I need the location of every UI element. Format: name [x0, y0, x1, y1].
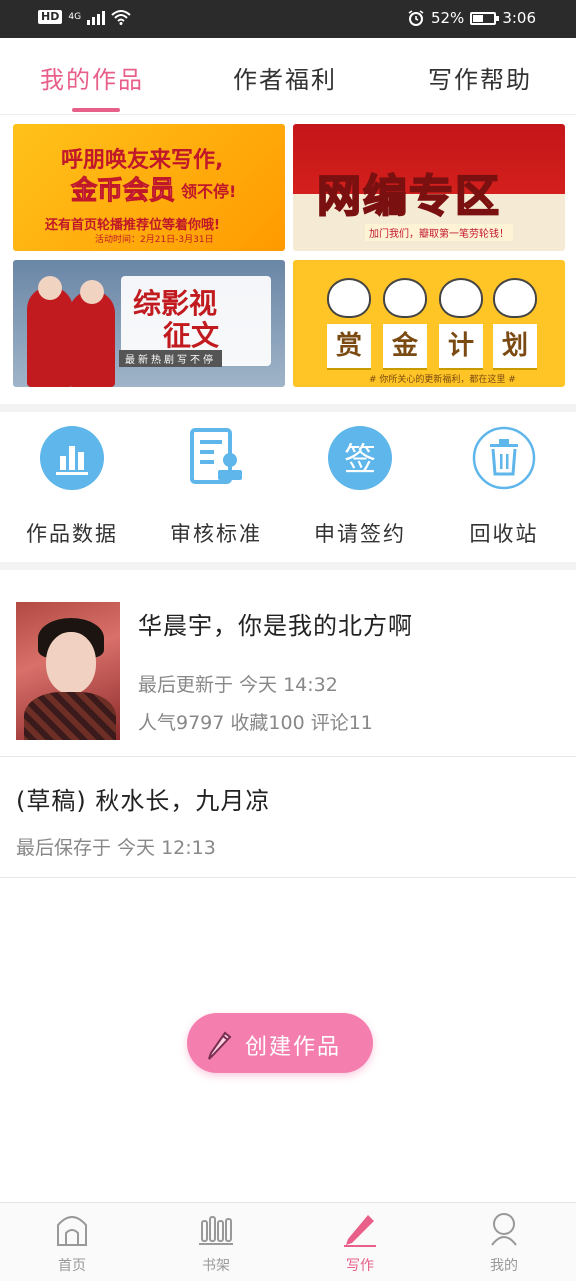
draft-title: (草稿) 秋水长，九月凉 [16, 787, 271, 815]
tab-author-benefits[interactable]: 作者福利 [233, 60, 337, 95]
create-work-button[interactable]: 创建作品 [187, 1013, 373, 1073]
banner-invite-friends[interactable]: 呼朋唤友来写作, 金币会员 领不停! 还有首页轮播推荐位等着你哦! 活动时间：2… [13, 124, 285, 251]
signal-icon [87, 9, 106, 25]
trash-icon [472, 426, 536, 490]
feature-label: 申请签约 [314, 522, 406, 546]
banner-figure-right [69, 291, 115, 387]
banner-figure-left-head [38, 276, 62, 300]
battery-percent: 52% [430, 9, 465, 27]
nav-bookshelf[interactable]: 书架 [144, 1203, 288, 1281]
bottom-nav: 首页 书架 写作 我的 [0, 1202, 576, 1281]
banner-drama-contest[interactable]: 综影视 征文 最新热剧写不停 [13, 260, 285, 387]
battery-icon [470, 11, 500, 25]
banner-invite-dates: 活动时间：2月21日-3月31日 [95, 235, 214, 245]
hd-badge: HD [38, 10, 63, 24]
work-stats: 人气9797 收藏100 评论11 [138, 712, 373, 734]
nav-label: 书架 [202, 1258, 230, 1274]
feature-apply-contract[interactable]: 签 申请签约 [288, 426, 432, 546]
sign-icon-char: 签 [344, 440, 376, 478]
feature-recycle-bin[interactable]: 回收站 [432, 426, 576, 546]
section-divider [0, 404, 576, 412]
alarm-icon [408, 10, 424, 26]
work-updated-time: 最后更新于 今天 14:32 [138, 674, 338, 696]
profile-icon [491, 1213, 517, 1246]
tab-writing-help[interactable]: 写作帮助 [428, 60, 532, 95]
banner-invite-line2: 金币会员 [70, 176, 176, 207]
work-title: 华晨宇，你是我的北方啊 [138, 612, 413, 640]
banner-bounty-caption: # 你所关心的更新福利，都在这里 # [369, 375, 516, 385]
section-divider [0, 562, 576, 570]
status-left: HD 4G [38, 9, 131, 25]
draft-saved-time: 最后保存于 今天 12:13 [16, 837, 216, 859]
clock: 3:06 [502, 9, 536, 27]
banner-drama-line3: 最新热剧写不停 [119, 350, 222, 367]
feature-label: 作品数据 [26, 522, 118, 546]
nav-writing[interactable]: 写作 [288, 1203, 432, 1281]
work-item[interactable]: 华晨宇，你是我的北方啊 最后更新于 今天 14:32 人气9797 收藏100 … [0, 570, 576, 757]
cat-icon [383, 278, 427, 318]
banner-figure-left [27, 287, 73, 387]
banner-editor-zone[interactable]: 网编专区 加门我们，瓣取第一笔劳轮钱！ [293, 124, 565, 251]
cat-icon [493, 278, 537, 318]
feature-label: 回收站 [469, 522, 539, 546]
sign-icon: 签 [328, 426, 392, 490]
battery-fill [473, 14, 484, 22]
create-work-label: 创建作品 [245, 1035, 342, 1060]
status-right: 52% 3:06 [407, 9, 536, 27]
cat-icon [327, 278, 371, 318]
bookshelf-icon [199, 1216, 233, 1245]
nav-label: 首页 [58, 1258, 86, 1274]
work-cover-image [16, 602, 120, 740]
document-stamp-icon [190, 428, 242, 484]
nav-label: 写作 [346, 1258, 374, 1274]
nav-home[interactable]: 首页 [0, 1203, 144, 1281]
network-type: 4G [68, 11, 82, 22]
top-tabs: 我的作品 作者福利 写作帮助 [0, 38, 576, 115]
wifi-icon [111, 10, 131, 25]
bounty-char: 金 [383, 324, 427, 368]
pencil-icon [208, 1031, 232, 1060]
bounty-char: 计 [439, 324, 483, 368]
feature-work-data[interactable]: 作品数据 [0, 426, 144, 546]
banner-grid: 呼朋唤友来写作, 金币会员 领不停! 还有首页轮播推荐位等着你哦! 活动时间：2… [0, 114, 576, 404]
bounty-char: 划 [493, 324, 537, 368]
draft-work-item[interactable]: (草稿) 秋水长，九月凉 最后保存于 今天 12:13 [0, 757, 576, 878]
feature-label: 审核标准 [170, 522, 262, 546]
home-icon [57, 1216, 87, 1246]
pen-icon [344, 1215, 376, 1247]
banner-invite-line2b: 领不停! [181, 182, 237, 201]
bounty-char: 赏 [327, 324, 371, 368]
banner-bounty-plan[interactable]: 赏 金 计 划 # 你所关心的更新福利，都在这里 # [293, 260, 565, 387]
feature-row: 作品数据 审核标准 签 申请签约 回收站 [0, 412, 576, 562]
banner-drama-line2: 征文 [163, 319, 220, 352]
active-tab-indicator [72, 108, 120, 112]
banner-editor-title: 网编专区 [316, 170, 501, 223]
banner-invite-line3: 还有首页轮播推荐位等着你哦! [45, 218, 220, 233]
nav-profile[interactable]: 我的 [432, 1203, 576, 1281]
bar-chart-icon [40, 426, 104, 490]
cat-icon [439, 278, 483, 318]
status-bar: HD 4G 52% 3:06 [0, 0, 576, 38]
banner-editor-subtitle: 加门我们，瓣取第一笔劳轮钱！ [365, 224, 513, 241]
banner-figure-right-head [80, 280, 104, 304]
nav-label: 我的 [490, 1258, 518, 1274]
tab-my-works[interactable]: 我的作品 [40, 60, 144, 95]
feature-review-standards[interactable]: 审核标准 [144, 426, 288, 546]
